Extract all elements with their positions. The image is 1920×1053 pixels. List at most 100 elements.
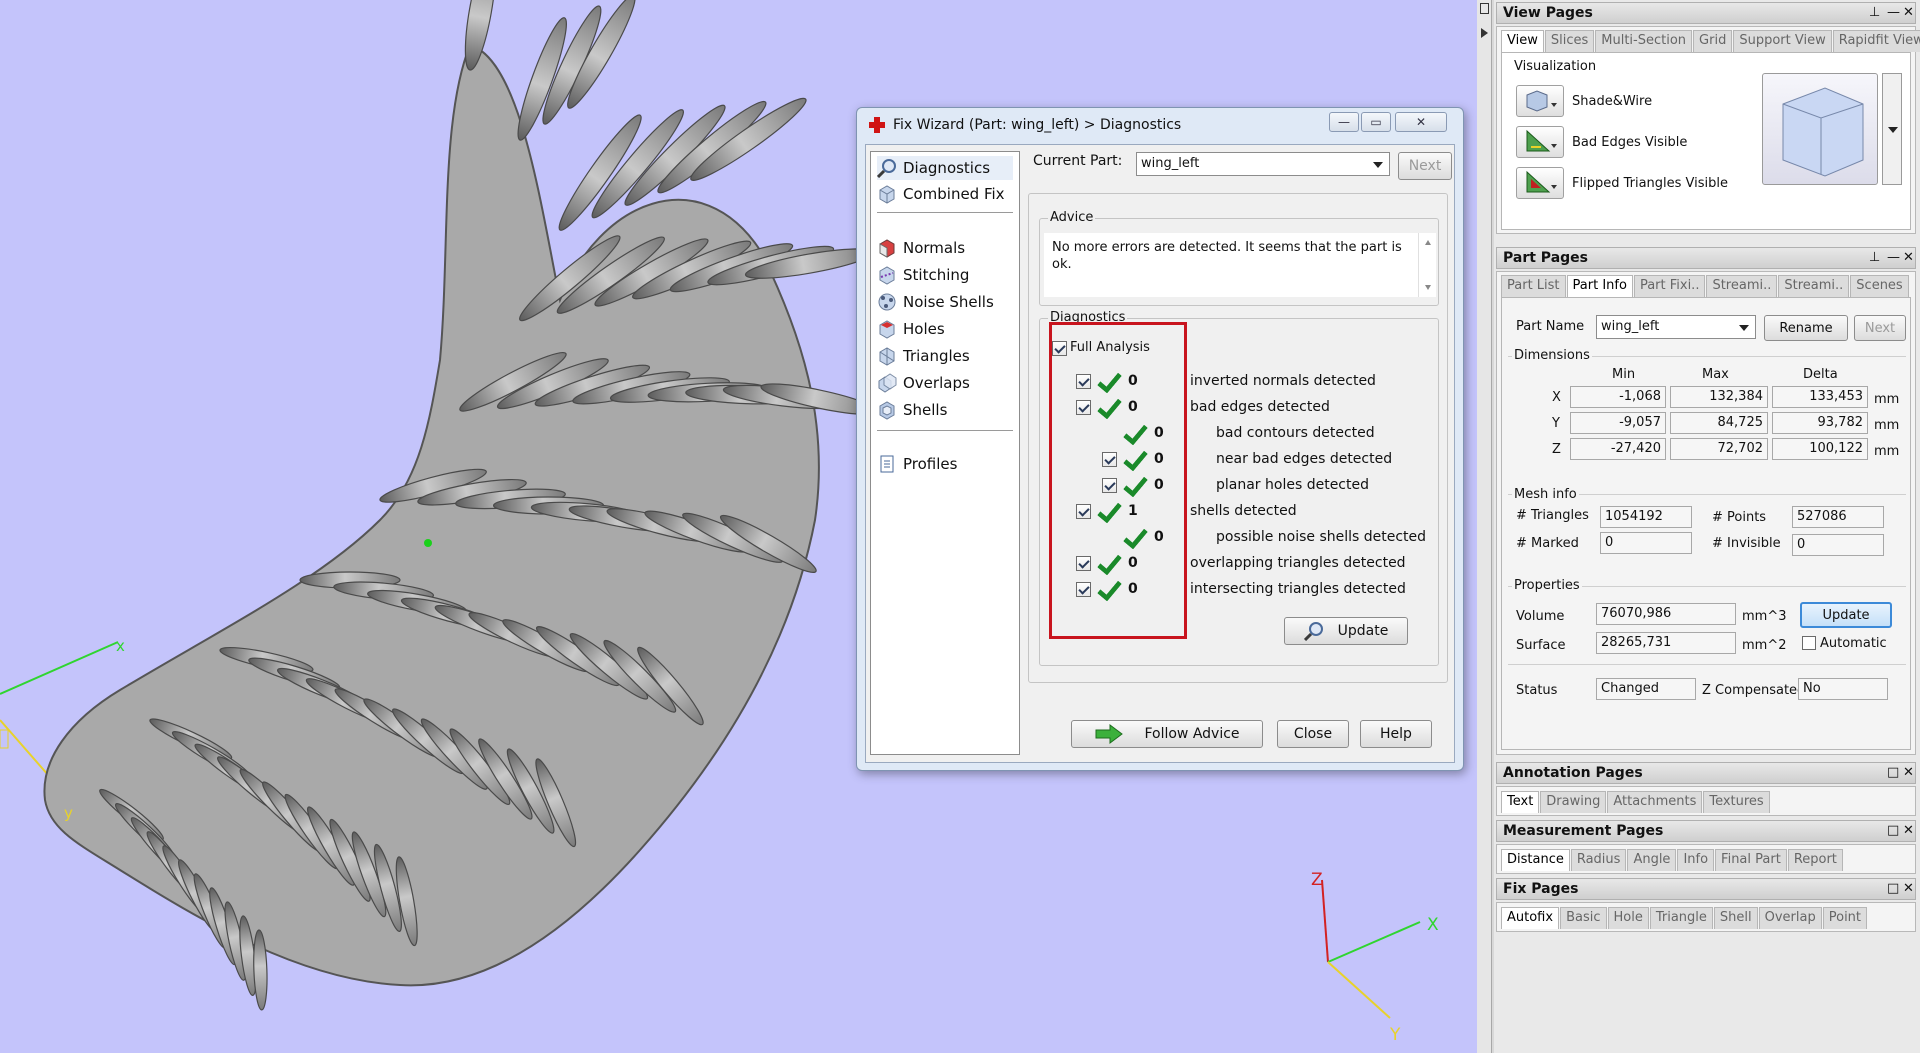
right-dock: View Pages ⊥ — ✕ View Slices Multi-Secti… — [1477, 0, 1920, 1053]
close-icon[interactable]: ✕ — [1903, 765, 1914, 780]
close-window-button[interactable]: ✕ — [1395, 112, 1447, 132]
tab-rapidfit-view[interactable]: Rapidfit View — [1832, 30, 1920, 52]
expand-icon[interactable] — [1481, 28, 1488, 38]
next-button[interactable]: Next — [1398, 152, 1452, 180]
tab-attachments[interactable]: Attachments — [1607, 791, 1703, 813]
nav-item-overlaps[interactable]: Overlaps — [877, 371, 970, 395]
close-icon[interactable]: ✕ — [1903, 881, 1914, 896]
nav-item-normals[interactable]: Normals — [877, 236, 965, 260]
tab-basic[interactable]: Basic — [1560, 907, 1607, 929]
restore-icon[interactable]: □ — [1887, 881, 1899, 896]
update-button[interactable]: Update — [1284, 617, 1408, 645]
marked-value: 0 — [1600, 532, 1692, 554]
nav-item-diagnostics[interactable]: Diagnostics — [876, 156, 1013, 180]
tab-multi-section[interactable]: Multi-Section — [1595, 30, 1693, 52]
nav-label: Shells — [903, 401, 948, 419]
chevron-down-icon — [1739, 325, 1749, 331]
wing-mesh[interactable] — [43, 0, 880, 1011]
tab-part-list[interactable]: Part List — [1501, 275, 1566, 297]
dock-strip[interactable] — [1477, 0, 1492, 1053]
tab-textures[interactable]: Textures — [1703, 791, 1770, 813]
pin-icon[interactable]: ⊥ — [1869, 5, 1880, 20]
noise-shells-icon — [877, 292, 897, 312]
nav-label: Triangles — [903, 347, 970, 365]
nav-item-shells[interactable]: Shells — [877, 398, 947, 422]
annotation-pages-header[interactable]: Annotation Pages □ ✕ — [1496, 762, 1916, 784]
tab-streaming-2[interactable]: Streami.. — [1778, 275, 1850, 297]
tab-hole[interactable]: Hole — [1607, 907, 1649, 929]
tab-grid[interactable]: Grid — [1693, 30, 1733, 52]
nav-item-combined-fix[interactable]: Combined Fix — [877, 182, 1005, 206]
tab-scenes[interactable]: Scenes — [1850, 275, 1909, 297]
tab-report[interactable]: Report — [1787, 849, 1843, 871]
normals-icon — [877, 238, 897, 258]
properties-update-button[interactable]: Update — [1800, 602, 1892, 628]
view-pages-header[interactable]: View Pages ⊥ — ✕ — [1496, 2, 1916, 24]
bad-edges-button[interactable] — [1516, 126, 1564, 158]
view-cube[interactable] — [1762, 73, 1878, 185]
part-next-button[interactable]: Next — [1854, 315, 1906, 341]
restore-icon[interactable]: □ — [1887, 823, 1899, 838]
tab-shell[interactable]: Shell — [1713, 907, 1758, 929]
nav-item-stitching[interactable]: Stitching — [877, 263, 969, 287]
minimize-icon[interactable]: — — [1887, 5, 1900, 20]
status-divider — [1508, 664, 1906, 665]
tab-info[interactable]: Info — [1677, 849, 1715, 871]
rename-button[interactable]: Rename — [1764, 315, 1848, 341]
dialog-title-bar[interactable]: Fix Wizard (Part: wing_left) > Diagnosti… — [857, 108, 1463, 140]
minimize-icon[interactable]: — — [1887, 250, 1900, 265]
dim-x-max: 132,384 — [1670, 386, 1768, 408]
tab-part-info[interactable]: Part Info — [1566, 275, 1633, 297]
shade-wire-button[interactable] — [1516, 85, 1564, 117]
tab-streaming-1[interactable]: Streami.. — [1706, 275, 1778, 297]
nav-item-triangles[interactable]: Triangles — [877, 344, 970, 368]
pin-icon[interactable]: ⊥ — [1869, 250, 1880, 265]
bad-edges-icon — [1526, 129, 1557, 152]
nav-item-holes[interactable]: Holes — [877, 317, 945, 341]
part-name-select[interactable]: wing_left — [1596, 315, 1756, 339]
current-part-select[interactable]: wing_left — [1136, 152, 1390, 176]
tab-overlap[interactable]: Overlap — [1758, 907, 1822, 929]
tab-part-fixing[interactable]: Part Fixi.. — [1633, 275, 1706, 297]
nav-label: Normals — [903, 239, 966, 257]
left-axis-x-label: x — [116, 637, 125, 655]
close-icon[interactable]: ✕ — [1903, 823, 1914, 838]
tab-triangle[interactable]: Triangle — [1649, 907, 1713, 929]
tab-point[interactable]: Point — [1822, 907, 1868, 929]
nav-item-noise-shells[interactable]: Noise Shells — [877, 290, 994, 314]
annotation-pages-body: Text Drawing Attachments Textures — [1496, 786, 1916, 816]
measurement-pages-header[interactable]: Measurement Pages □ ✕ — [1496, 820, 1916, 842]
minimize-button[interactable]: — — [1329, 112, 1359, 132]
tab-radius[interactable]: Radius — [1570, 849, 1627, 871]
view-tab-page: Visualization Shade&Wire Bad Edges Visib… — [1501, 52, 1911, 230]
view-cube-dropdown[interactable] — [1882, 73, 1902, 185]
advice-scrollbar[interactable] — [1418, 233, 1436, 297]
tab-support-view[interactable]: Support View — [1733, 30, 1832, 52]
nav-item-profiles[interactable]: Profiles — [877, 452, 957, 476]
tab-view[interactable]: View — [1501, 30, 1544, 52]
fix-pages-header[interactable]: Fix Pages □ ✕ — [1496, 878, 1916, 900]
maximize-button[interactable]: ▭ — [1361, 112, 1391, 132]
part-pages-body: Part List Part Info Part Fixi.. Streami.… — [1496, 271, 1916, 755]
view-pages-title: View Pages — [1503, 5, 1593, 21]
tab-drawing[interactable]: Drawing — [1540, 791, 1607, 813]
automatic-checkbox[interactable] — [1802, 636, 1816, 650]
tab-final-part[interactable]: Final Part — [1715, 849, 1787, 871]
tab-angle[interactable]: Angle — [1627, 849, 1677, 871]
part-pages-header[interactable]: Part Pages ⊥ — ✕ — [1496, 247, 1916, 269]
pin-icon[interactable] — [1480, 3, 1489, 14]
tab-distance[interactable]: Distance — [1501, 849, 1570, 871]
flipped-triangles-button[interactable] — [1516, 167, 1564, 199]
help-button[interactable]: Help — [1360, 720, 1432, 748]
tab-text[interactable]: Text — [1501, 791, 1540, 813]
tab-autofix[interactable]: Autofix — [1501, 907, 1560, 929]
restore-icon[interactable]: □ — [1887, 765, 1899, 780]
close-icon[interactable]: ✕ — [1903, 250, 1914, 265]
close-button[interactable]: Close — [1277, 720, 1349, 748]
dialog-title: Fix Wizard (Part: wing_left) > Diagnosti… — [893, 117, 1182, 133]
tab-slices[interactable]: Slices — [1544, 30, 1595, 52]
follow-advice-button[interactable]: Follow Advice — [1071, 720, 1263, 748]
close-icon[interactable]: ✕ — [1903, 5, 1914, 20]
fix-wizard-dialog[interactable]: Fix Wizard (Part: wing_left) > Diagnosti… — [856, 107, 1464, 771]
axis-x-label: X — [1427, 915, 1439, 935]
